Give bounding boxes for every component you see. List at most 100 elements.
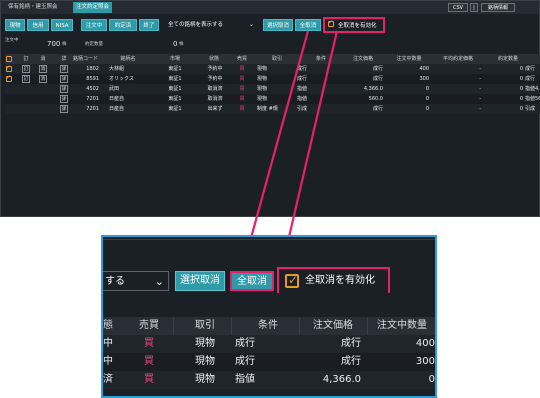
detail-button[interactable]: 詳	[60, 105, 68, 113]
table-row[interactable]: 詳4502武田東証1取消済買現物指値4,366.00-0指値4,3	[5, 84, 540, 94]
zoom-enable-cancel-all-checkbox[interactable]	[285, 273, 299, 288]
col-edit: 訂	[23, 56, 29, 62]
filter-closed-button[interactable]: 終了	[139, 19, 159, 31]
zoom-cell-status: 済	[103, 374, 113, 385]
csv-button[interactable]: CSV	[448, 3, 468, 12]
table-row[interactable]: 訂消詳8591オリックス東証1予約中買現物成行成行300-0成行	[5, 74, 540, 84]
zoom-cell-trade: 現物	[195, 338, 215, 349]
table-row[interactable]: 訂消詳1802大林組東証1予約中買現物成行成行400-0成行	[5, 64, 540, 74]
cell-price: 560.0	[368, 96, 383, 102]
filter-cash-button[interactable]: 現物	[5, 19, 25, 31]
zoom-table-row[interactable]: 中 買 現物 成行 成行 300	[103, 353, 435, 371]
cell-tail: 指値56	[525, 96, 540, 102]
cell-name: 日産自	[109, 96, 125, 102]
zoom-divider	[103, 239, 435, 240]
orders-count-unit: 株	[62, 42, 67, 47]
cell-trade: 現物	[257, 86, 268, 92]
cell-exec: 0	[519, 76, 523, 82]
zoom-stock-filter-select[interactable]: する ⌄	[103, 271, 169, 291]
table-row[interactable]: 詳 7201 日産自 東証1 出来ず買制度 #規 引成 成行 0-0 引成	[5, 104, 540, 114]
col-side: 売買	[236, 56, 247, 62]
orders-count-value: 700	[47, 40, 61, 48]
cancel-all-button[interactable]: 全取消	[295, 19, 321, 31]
zoom-col-status: 態	[103, 320, 113, 331]
col-trade: 取引	[271, 56, 282, 62]
cell-trade: 現物	[257, 76, 268, 82]
zoom-select-cancel-button[interactable]: 選択取消	[175, 271, 225, 291]
select-all-checkbox[interactable]	[6, 56, 12, 62]
col-exec: 約定数量	[497, 56, 518, 62]
row-checkbox[interactable]	[6, 64, 12, 72]
edit-button[interactable]: 訂	[22, 65, 30, 73]
zoom-col-divider	[173, 317, 174, 335]
zoom-table-row[interactable]: 中 買 現物 成行 成行 400	[103, 335, 435, 353]
cell-avg: -	[479, 86, 481, 92]
cell-market: 東証1	[168, 76, 182, 82]
cell-price: 成行	[372, 76, 383, 82]
tab-order-inquiry[interactable]: 注文約定照会	[73, 2, 113, 13]
zoom-col-side: 売買	[139, 320, 159, 331]
cell-code: 8591	[86, 76, 99, 82]
table-row[interactable]: 詳 7201 日産自 東証1 取消済買現物 指値 560.0 0-0 指値56	[5, 94, 540, 104]
cell-side: 買	[239, 106, 245, 112]
zoom-table-header: 態 売買 取引 条件 注文価格 注文中数量	[103, 317, 435, 335]
detail-button[interactable]: 詳	[60, 85, 68, 93]
col-cancel: 消	[40, 56, 46, 62]
chevron-down-icon: ⌄	[154, 275, 164, 288]
zoom-stock-filter-value: する	[105, 276, 125, 287]
zoom-table-row[interactable]: 済 買 現物 指値 4,366.0 0	[103, 371, 435, 389]
detail-button[interactable]: 詳	[60, 75, 68, 83]
zoom-cell-qty: 300	[415, 356, 435, 367]
filter-executed-button[interactable]: 約定済	[109, 19, 137, 31]
cancel-button[interactable]: 消	[39, 65, 47, 73]
col-detail: 詳	[61, 56, 67, 62]
row-checkbox[interactable]	[6, 74, 12, 82]
cell-price: 成行	[372, 66, 383, 72]
col-avg: 平均約定価格	[442, 56, 473, 62]
cell-exec: 0	[519, 106, 523, 112]
filter-margin-button[interactable]: 信用	[27, 19, 49, 31]
edit-button[interactable]: 訂	[22, 75, 30, 83]
cell-code: 7201	[86, 106, 99, 112]
enable-cancel-all-checkbox[interactable]	[328, 19, 334, 27]
cell-status: 出来ず	[207, 106, 223, 112]
detail-button[interactable]: 詳	[60, 95, 68, 103]
zoom-enable-cancel-all[interactable]: 全取消を有効化	[277, 267, 390, 295]
col-status: 状態	[208, 56, 219, 62]
cell-code: 4502	[86, 86, 99, 92]
stock-filter-select[interactable]: 全ての銘柄を表示する ⌄	[165, 19, 257, 31]
zoom-cell-side: 買	[144, 356, 154, 367]
filter-nisa-button[interactable]: NISA	[51, 19, 73, 31]
order-inquiry-panel: 保有銘柄・建玉照会 注文約定照会 CSV | 銘柄情報 現物 信用 NISA 注…	[0, 0, 540, 217]
cell-market: 東証1	[168, 66, 182, 72]
select-cancel-button[interactable]: 選択取消	[263, 19, 293, 31]
cell-price: 成行	[372, 106, 383, 112]
zoom-cell-cond: 成行	[235, 356, 255, 367]
cell-qty: 0	[425, 106, 429, 112]
zoom-cell-price: 4,366.0	[322, 374, 361, 385]
tab-holdings[interactable]: 保有銘柄・建玉照会	[5, 2, 61, 13]
cell-qty: 0	[425, 96, 429, 102]
cell-cond: 指値	[297, 86, 308, 92]
detail-button[interactable]: 詳	[60, 65, 68, 73]
cell-cond: 引成	[297, 106, 308, 112]
zoom-cancel-all-button[interactable]: 全取消	[230, 271, 274, 291]
cell-market: 東証1	[168, 96, 182, 102]
cell-exec: 0	[519, 96, 523, 102]
cell-cond: 成行	[297, 66, 308, 72]
cell-cond: 成行	[297, 76, 308, 82]
cancel-button[interactable]: 消	[39, 75, 47, 83]
stock-info-button[interactable]: 銘柄情報	[481, 3, 515, 12]
zoom-cell-cond: 指値	[235, 374, 255, 385]
filter-open-orders-button[interactable]: 注文中	[81, 19, 107, 31]
cell-status: 予約中	[207, 76, 223, 82]
stock-filter-value: 全ての銘柄を表示する	[168, 22, 224, 28]
cell-qty: 0	[425, 86, 429, 92]
zoom-spacer	[103, 293, 435, 317]
zoom-cell-side: 買	[144, 374, 154, 385]
cell-trade: 現物	[257, 96, 268, 102]
cell-avg: -	[479, 96, 481, 102]
cell-qty: 400	[419, 66, 429, 72]
zoom-cell-trade: 現物	[195, 374, 215, 385]
zoom-cell-price: 成行	[341, 356, 361, 367]
